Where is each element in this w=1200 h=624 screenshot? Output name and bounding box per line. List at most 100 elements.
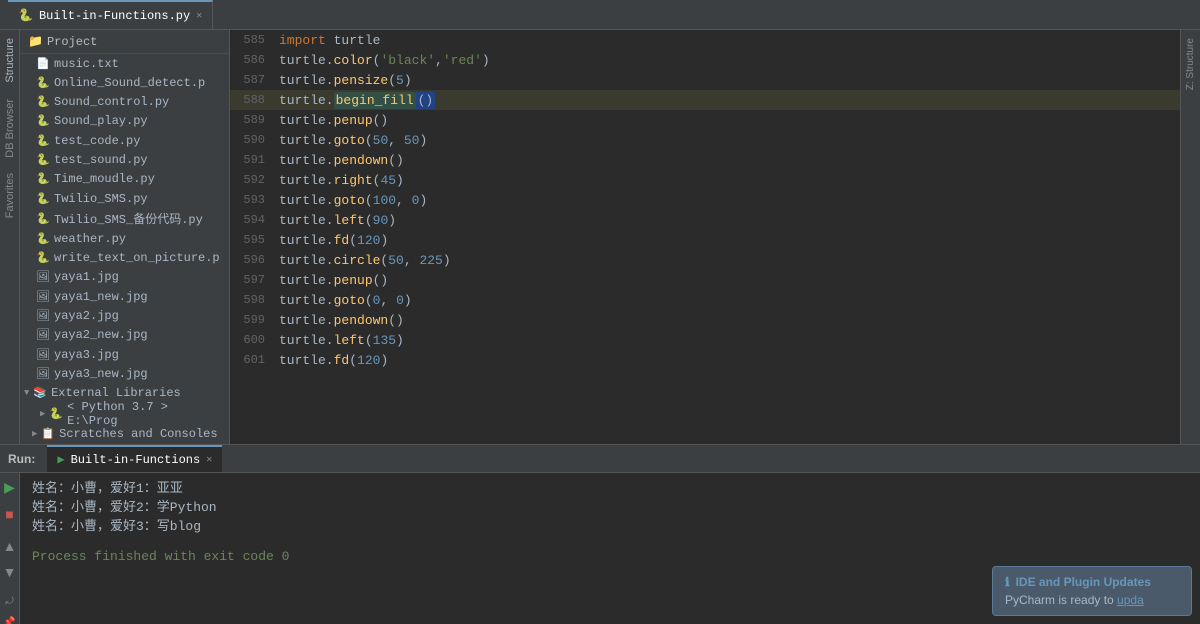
sidebar-item-time-moudle[interactable]: 🐍 Time_moudle.py — [20, 170, 229, 189]
output-line-3: 姓名：小曹，爱好3：写blog — [32, 515, 1188, 534]
sidebar-item-yaya2-new[interactable]: 🖼 yaya2_new.jpg — [20, 326, 229, 345]
sidebar-item-label: write_text_on_picture.p — [54, 251, 220, 265]
code-line-590: 590 turtle.goto(50, 50) — [230, 130, 1180, 150]
sidebar-item-label: yaya2_new.jpg — [54, 328, 148, 342]
output-process-finished: Process finished with exit code 0 — [32, 549, 1188, 564]
code-line-597: 597 turtle.penup() — [230, 270, 1180, 290]
python-section[interactable]: ▶ 🐍 < Python 3.7 > E:\Prog — [20, 403, 229, 425]
line-content: turtle.goto(100, 0) — [275, 193, 1180, 208]
tab-label: Built-in-Functions.py — [39, 9, 190, 23]
sidebar-item-sound-control[interactable]: 🐍 Sound_control.py — [20, 93, 229, 112]
sidebar-item-yaya1[interactable]: 🖼 yaya1.jpg — [20, 268, 229, 287]
tab-close-button[interactable]: ✕ — [196, 10, 202, 22]
py-file-icon: 🐍 — [36, 153, 50, 167]
py-file-icon: 🐍 — [36, 232, 50, 246]
py-file-icon: 🐍 — [36, 134, 50, 148]
img-file-icon: 🖼 — [36, 328, 50, 342]
line-content: turtle.left(135) — [275, 333, 1180, 348]
sidebar-item-test-sound[interactable]: 🐍 test_sound.py — [20, 150, 229, 169]
run-tab-built-in-functions[interactable]: ▶ Built-in-Functions ✕ — [47, 445, 222, 472]
db-browser-icon[interactable]: DB Browser — [2, 95, 18, 162]
output-blank — [32, 534, 1188, 549]
notification-link[interactable]: upda — [1117, 593, 1144, 607]
sidebar-item-sound-play[interactable]: 🐍 Sound_play.py — [20, 112, 229, 131]
chevron-right-icon: ▶ — [32, 429, 37, 439]
code-line-600: 600 turtle.left(135) — [230, 330, 1180, 350]
line-number: 595 — [230, 233, 275, 247]
code-line-588: 588 turtle.begin_fill() — [230, 90, 1180, 110]
sidebar-item-label: Sound_play.py — [54, 114, 148, 128]
run-tab-close-button[interactable]: ✕ — [206, 454, 212, 466]
sidebar-item-twilio-backup[interactable]: 🐍 Twilio_SMS_备份代码.py — [20, 208, 229, 229]
line-content: import turtle — [275, 33, 1180, 48]
sidebar-item-yaya2[interactable]: 🖼 yaya2.jpg — [20, 306, 229, 325]
sidebar-item-test-code[interactable]: 🐍 test_code.py — [20, 131, 229, 150]
code-line-591: 591 turtle.pendown() — [230, 150, 1180, 170]
line-content: turtle.pensize(5) — [275, 73, 1180, 88]
output-line-2: 姓名：小曹，爱好2：学Python — [32, 496, 1188, 515]
left-strip: Structure DB Browser Favorites — [0, 30, 20, 444]
notification-title: ℹ IDE and Plugin Updates — [1005, 575, 1179, 589]
sidebar-item-write-text[interactable]: 🐍 write_text_on_picture.p — [20, 249, 229, 268]
bottom-panel: Run: ▶ Built-in-Functions ✕ ▶ ■ ▲ ▼ ⤾ 📌 … — [0, 444, 1200, 624]
z-structure-icon[interactable]: Z: Structure — [1183, 34, 1198, 94]
scroll-down-button[interactable]: ▼ — [0, 562, 20, 582]
notification-body: PyCharm is ready to upda — [1005, 593, 1179, 607]
bottom-content: ▶ ■ ▲ ▼ ⤾ 📌 姓名：小曹，爱好1：亚亚 姓名：小曹，爱好2：学Pyth… — [0, 473, 1200, 624]
code-line-592: 592 turtle.right(45) — [230, 170, 1180, 190]
code-editor[interactable]: 585 import turtle 586 turtle.color('blac… — [230, 30, 1180, 444]
sidebar-item-label: Twilio_SMS_备份代码.py — [54, 210, 203, 227]
img-file-icon: 🖼 — [36, 290, 50, 304]
line-content: turtle.circle(50, 225) — [275, 253, 1180, 268]
right-sidebar-strip: Z: Structure — [1180, 30, 1200, 444]
code-line-601: 601 turtle.fd(120) — [230, 350, 1180, 370]
wrap-button[interactable]: ⤾ — [1, 594, 17, 609]
py-file-icon: 🐍 — [36, 212, 50, 226]
favorites-icon[interactable]: Favorites — [2, 169, 18, 222]
py-file-icon: 🐍 — [36, 76, 50, 90]
bottom-left-strip: ▶ ■ ▲ ▼ ⤾ 📌 — [0, 473, 20, 624]
code-line-594: 594 turtle.left(90) — [230, 210, 1180, 230]
sidebar-item-weather[interactable]: 🐍 weather.py — [20, 229, 229, 248]
line-content: turtle.fd(120) — [275, 233, 1180, 248]
sidebar-item-label: yaya2.jpg — [54, 309, 119, 323]
notification-title-text: IDE and Plugin Updates — [1016, 575, 1151, 589]
code-line-587: 587 turtle.pensize(5) — [230, 70, 1180, 90]
line-number: 591 — [230, 153, 275, 167]
img-file-icon: 🖼 — [36, 309, 50, 323]
sidebar-item-online-sound[interactable]: 🐍 Online_Sound_detect.p — [20, 73, 229, 92]
sidebar-item-label: test_sound.py — [54, 153, 148, 167]
sidebar-item-label: Twilio_SMS.py — [54, 192, 148, 206]
section-label: External Libraries — [51, 386, 181, 400]
editor-tab[interactable]: 🐍 Built-in-Functions.py ✕ — [8, 0, 213, 29]
main-area: Structure DB Browser Favorites 📁 Project… — [0, 30, 1200, 444]
code-line-593: 593 turtle.goto(100, 0) — [230, 190, 1180, 210]
sidebar-item-label: yaya1.jpg — [54, 270, 119, 284]
line-number: 599 — [230, 313, 275, 327]
pin-button[interactable]: 📌 — [0, 615, 20, 624]
structure-panel-icon[interactable]: Structure — [2, 34, 18, 87]
line-content: turtle.begin_fill() — [275, 93, 1180, 108]
sidebar-item-music[interactable]: 📄 music.txt — [20, 54, 229, 73]
scratches-section[interactable]: ▶ 📋 Scratches and Consoles — [20, 425, 229, 444]
sidebar-item-label: Sound_control.py — [54, 95, 169, 109]
output-line-1: 姓名：小曹，爱好1：亚亚 — [32, 477, 1188, 496]
sidebar-item-yaya3-new[interactable]: 🖼 yaya3_new.jpg — [20, 364, 229, 383]
scroll-up-button[interactable]: ▲ — [0, 536, 20, 556]
sidebar-item-yaya1-new[interactable]: 🖼 yaya1_new.jpg — [20, 287, 229, 306]
code-line-586: 586 turtle.color('black','red') — [230, 50, 1180, 70]
py-file-icon: 🐍 — [36, 251, 50, 265]
run-button[interactable]: ▶ — [0, 477, 19, 498]
sidebar-header: 📁 Project — [20, 30, 229, 54]
line-content: turtle.goto(0, 0) — [275, 293, 1180, 308]
img-file-icon: 🖼 — [36, 367, 50, 381]
line-number: 598 — [230, 293, 275, 307]
library-icon: 📚 — [33, 386, 47, 400]
sidebar-item-twilio-sms[interactable]: 🐍 Twilio_SMS.py — [20, 189, 229, 208]
stop-button[interactable]: ■ — [1, 504, 17, 524]
run-tab-icon: ▶ — [57, 452, 64, 467]
scratches-label: Scratches and Consoles — [59, 427, 217, 441]
line-number: 600 — [230, 333, 275, 347]
sidebar-item-yaya3[interactable]: 🖼 yaya3.jpg — [20, 345, 229, 364]
sidebar-item-label: yaya3_new.jpg — [54, 367, 148, 381]
